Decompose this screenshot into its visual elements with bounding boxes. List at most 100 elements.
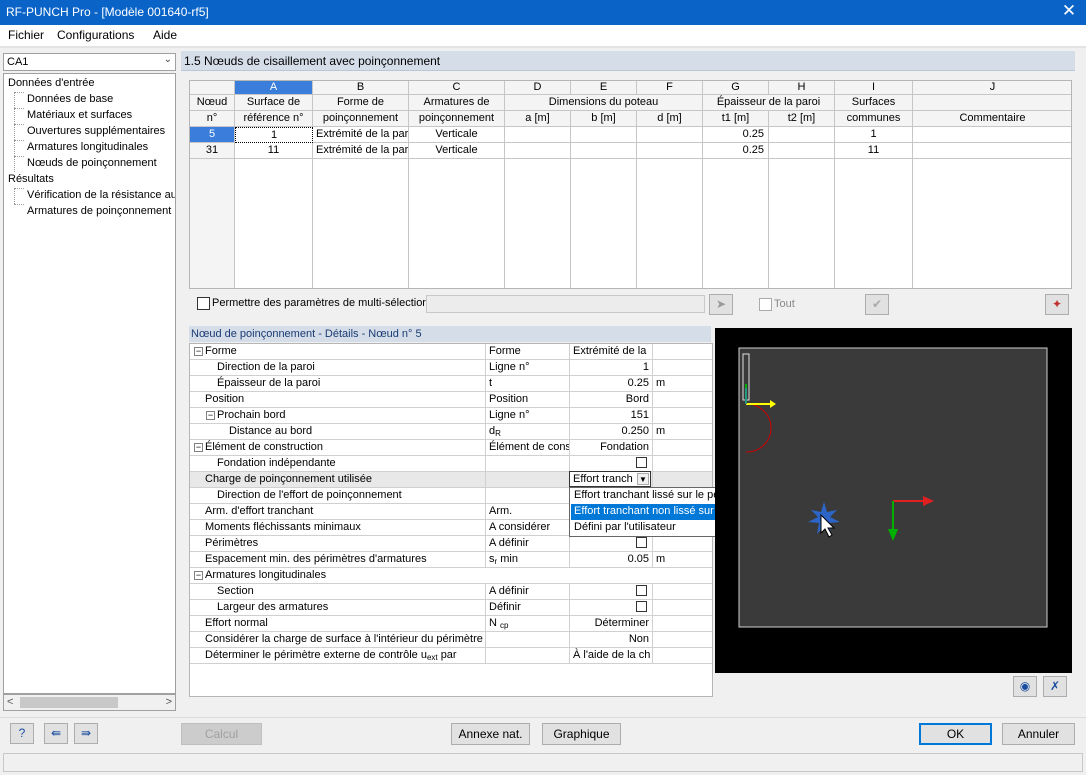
table-cell[interactable] — [571, 143, 637, 159]
graphic-preview[interactable] — [715, 328, 1072, 673]
col-letter-a[interactable]: A — [235, 81, 313, 95]
detail-row[interactable]: Épaisseur de la paroi t 0.25 m — [190, 376, 712, 392]
detail-value[interactable]: 1 — [570, 360, 653, 376]
chevron-down-icon[interactable]: ⌄ — [164, 54, 172, 65]
col-letter-j[interactable]: J — [913, 81, 1071, 95]
detail-value[interactable]: 0.25 — [570, 376, 653, 392]
table-cell[interactable]: 0.25 — [703, 143, 769, 159]
detail-value[interactable] — [570, 536, 653, 552]
next-icon[interactable]: ⇛ — [74, 723, 98, 744]
collapse-icon[interactable]: − — [194, 443, 203, 452]
table-cell[interactable] — [571, 127, 637, 143]
table-cell[interactable] — [637, 143, 703, 159]
perimetres-checkbox[interactable] — [636, 537, 647, 548]
scroll-thumb[interactable] — [20, 697, 118, 708]
detail-value[interactable]: Déterminer — [570, 616, 653, 632]
tout-checkbox[interactable] — [759, 298, 772, 311]
table-cell[interactable]: 11 — [835, 143, 913, 159]
detail-row[interactable]: − Prochain bord Ligne n° 151 — [190, 408, 712, 424]
scroll-left-icon[interactable]: < — [7, 696, 13, 708]
table-cell[interactable] — [505, 143, 571, 159]
nav-item-ouvertures[interactable]: Ouvertures supplémentaires — [27, 125, 165, 137]
col-letter-i[interactable]: I — [835, 81, 913, 95]
multi-selection-checkbox[interactable] — [197, 297, 210, 310]
table-cell[interactable]: Verticale — [409, 127, 505, 143]
collapse-icon[interactable]: − — [206, 411, 215, 420]
table-cell[interactable] — [913, 143, 1071, 159]
table-cell[interactable] — [505, 127, 571, 143]
ok-button[interactable]: OK — [919, 723, 992, 745]
detail-value[interactable]: 0.05 — [570, 552, 653, 568]
detail-value[interactable]: Non — [570, 632, 653, 648]
detail-row[interactable]: Section A définir — [190, 584, 712, 600]
collapse-icon[interactable]: − — [194, 347, 203, 356]
scroll-right-icon[interactable]: > — [166, 696, 172, 708]
detail-row[interactable]: Direction de la paroi Ligne n° 1 — [190, 360, 712, 376]
load-case-select[interactable]: CA1 ⌄ — [3, 53, 176, 71]
annuler-button[interactable]: Annuler — [1002, 723, 1075, 745]
detail-row[interactable]: Position Position Bord — [190, 392, 712, 408]
row-node-number[interactable]: 5 — [190, 127, 235, 143]
row-node-number[interactable]: 31 — [190, 143, 235, 159]
nav-results-header[interactable]: Résultats — [8, 173, 54, 185]
pin-icon[interactable]: ✦ — [1045, 294, 1069, 315]
table-cell[interactable] — [769, 143, 835, 159]
detail-value[interactable] — [570, 584, 653, 600]
detail-row[interactable]: − Armatures longitudinales — [190, 568, 712, 584]
table-cell[interactable]: 0.25 — [703, 127, 769, 143]
multi-selection-field[interactable] — [426, 295, 705, 313]
detail-row[interactable]: Espacement min. des périmètres d'armatur… — [190, 552, 712, 568]
nav-item-materiaux[interactable]: Matériaux et surfaces — [27, 109, 132, 121]
largeur-checkbox[interactable] — [636, 601, 647, 612]
detail-value[interactable]: 0.250 — [570, 424, 653, 440]
calcul-button[interactable]: Calcul — [181, 723, 262, 745]
detail-row[interactable]: − Élément de construction Élément de con… — [190, 440, 712, 456]
nav-item-donnees-base[interactable]: Données de base — [27, 93, 113, 105]
dropdown-arrow-icon[interactable]: ▼ — [637, 473, 649, 485]
pick-icon[interactable]: ➤ — [709, 294, 733, 315]
annexe-button[interactable]: Annexe nat. — [451, 723, 530, 745]
section-checkbox[interactable] — [636, 585, 647, 596]
col-letter-d[interactable]: D — [505, 81, 571, 95]
detail-value[interactable]: Bord — [570, 392, 653, 408]
graphique-button[interactable]: Graphique — [542, 723, 621, 745]
charge-select[interactable]: Effort tranch ▼ — [569, 471, 651, 487]
col-letter-c[interactable]: C — [409, 81, 505, 95]
col-letter-f[interactable]: F — [637, 81, 703, 95]
col-letter-e[interactable]: E — [571, 81, 637, 95]
table-cell[interactable] — [637, 127, 703, 143]
close-icon[interactable]: ✕ — [1060, 1, 1078, 21]
menu-fichier[interactable]: Fichier — [8, 28, 44, 42]
detail-row[interactable]: Périmètres A définir — [190, 536, 712, 552]
detail-row[interactable]: Fondation indépendante — [190, 456, 712, 472]
nav-item-armatures-poinc[interactable]: Armatures de poinçonnement r — [27, 205, 175, 217]
detail-value[interactable]: Extrémité de la — [570, 344, 653, 360]
table-cell[interactable]: 11 — [235, 143, 313, 159]
menu-configurations[interactable]: Configurations — [57, 28, 134, 42]
table-cell[interactable]: Verticale — [409, 143, 505, 159]
detail-value[interactable]: Fondation — [570, 440, 653, 456]
table-cell[interactable] — [913, 127, 1071, 143]
eye-icon[interactable]: ◉ — [1013, 676, 1037, 697]
check-icon[interactable]: ✔ — [865, 294, 889, 315]
fondation-checkbox[interactable] — [636, 457, 647, 468]
table-cell[interactable]: Extrémité de la par — [313, 127, 409, 143]
detail-row[interactable]: Déterminer le périmètre externe de contr… — [190, 648, 712, 664]
col-letter-h[interactable]: H — [769, 81, 835, 95]
detail-row[interactable]: Effort normal N cp Déterminer — [190, 616, 712, 632]
nav-input-header[interactable]: Données d'entrée — [8, 77, 95, 89]
detail-value[interactable]: 151 — [570, 408, 653, 424]
detail-value[interactable] — [570, 456, 653, 472]
help-icon[interactable]: ? — [10, 723, 34, 744]
nav-item-armatures-long[interactable]: Armatures longitudinales — [27, 141, 148, 153]
previous-icon[interactable]: ⇚ — [44, 723, 68, 744]
col-letter-g[interactable]: G — [703, 81, 769, 95]
detail-row[interactable]: Largeur des armatures Définir — [190, 600, 712, 616]
table-cell[interactable]: 1 — [235, 127, 313, 143]
collapse-icon[interactable]: − — [194, 571, 203, 580]
detail-row[interactable]: − Forme Forme Extrémité de la — [190, 344, 712, 360]
table-cell[interactable] — [769, 127, 835, 143]
menu-aide[interactable]: Aide — [153, 28, 177, 42]
col-letter-b[interactable]: B — [313, 81, 409, 95]
table-cell[interactable]: Extrémité de la par — [313, 143, 409, 159]
